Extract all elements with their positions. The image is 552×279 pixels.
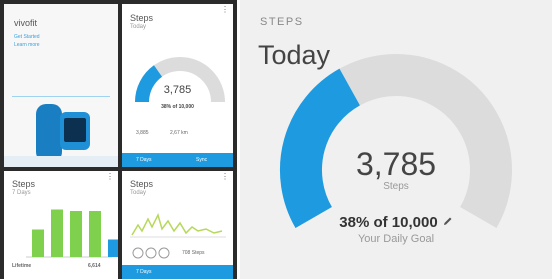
weekly-right-value: 6,614	[88, 263, 101, 269]
intraday-line-chart	[130, 212, 226, 238]
footer-label[interactable]: 7 Days	[136, 269, 152, 275]
tile-steps-goal: 38% of 10,000	[161, 104, 194, 110]
vivofit-band-image	[4, 104, 118, 167]
vivofit-tile[interactable]: vivofit Get Started Learn more	[4, 4, 118, 167]
weekly-steps-tile[interactable]: ⋮ Steps 7 Days Lifetime 6,614	[4, 171, 118, 279]
footer-left-label[interactable]: 7 Days	[136, 157, 152, 163]
weekly-bar	[70, 211, 82, 257]
app-screens-collage: vivofit Get Started Learn more ⋮ Steps T…	[0, 0, 237, 279]
small-gauge	[135, 57, 225, 103]
tile-steps-title: Steps	[130, 13, 154, 23]
weekly-bar	[51, 209, 63, 257]
steps-gauge-tile[interactable]: ⋮ Steps Today 3,785 38% of 10,000 3,885 …	[122, 4, 233, 167]
tile-footer[interactable]: 7 Days Sync	[122, 153, 233, 167]
get-started-link[interactable]: Get Started	[14, 34, 40, 40]
tile-steps-subtitle: Today	[130, 24, 147, 30]
tile-stat-1: 3,885	[136, 130, 149, 136]
weekly-left-value: Lifetime	[12, 263, 32, 269]
intraday-subtitle: Today	[130, 190, 147, 196]
steps-unit-label: Steps	[383, 181, 409, 192]
weekly-bar	[89, 211, 101, 257]
tile-steps-value: 3,785	[163, 84, 192, 96]
more-options-icon[interactable]: ⋮	[221, 173, 229, 181]
goal-caption: Your Daily Goal	[357, 233, 435, 245]
footer-sync-label[interactable]: Sync	[196, 157, 207, 163]
intraday-stat: 708 Steps	[182, 250, 205, 256]
weekly-subtitle: 7 Days	[12, 190, 31, 196]
learn-more-link[interactable]: Learn more	[14, 42, 40, 48]
steps-count: 3,785	[355, 146, 437, 182]
more-options-icon[interactable]: ⋮	[106, 173, 114, 181]
vivofit-title: vivofit	[14, 18, 38, 28]
weekly-bar	[108, 239, 118, 257]
tile-footer[interactable]: 7 Days	[122, 265, 233, 279]
steps-detail-panel: STEPS Today 3,785 Steps 38% of 10,000 Yo…	[240, 0, 552, 279]
tile-stat-2: 2,67 km	[170, 130, 188, 136]
intraday-title: Steps	[130, 179, 154, 189]
weekly-bar-chart	[26, 209, 118, 258]
goal-text: 38% of 10,000	[339, 214, 438, 231]
weekly-bar	[32, 229, 44, 257]
pencil-icon[interactable]	[442, 214, 453, 231]
goal-progress[interactable]: 38% of 10,000	[240, 214, 552, 231]
more-options-icon[interactable]: ⋮	[221, 6, 229, 14]
intraday-steps-tile[interactable]: ⋮ Steps Today 708 Steps 7 Days	[122, 171, 233, 279]
activity-icons	[132, 247, 170, 259]
weekly-title: Steps	[12, 179, 36, 189]
